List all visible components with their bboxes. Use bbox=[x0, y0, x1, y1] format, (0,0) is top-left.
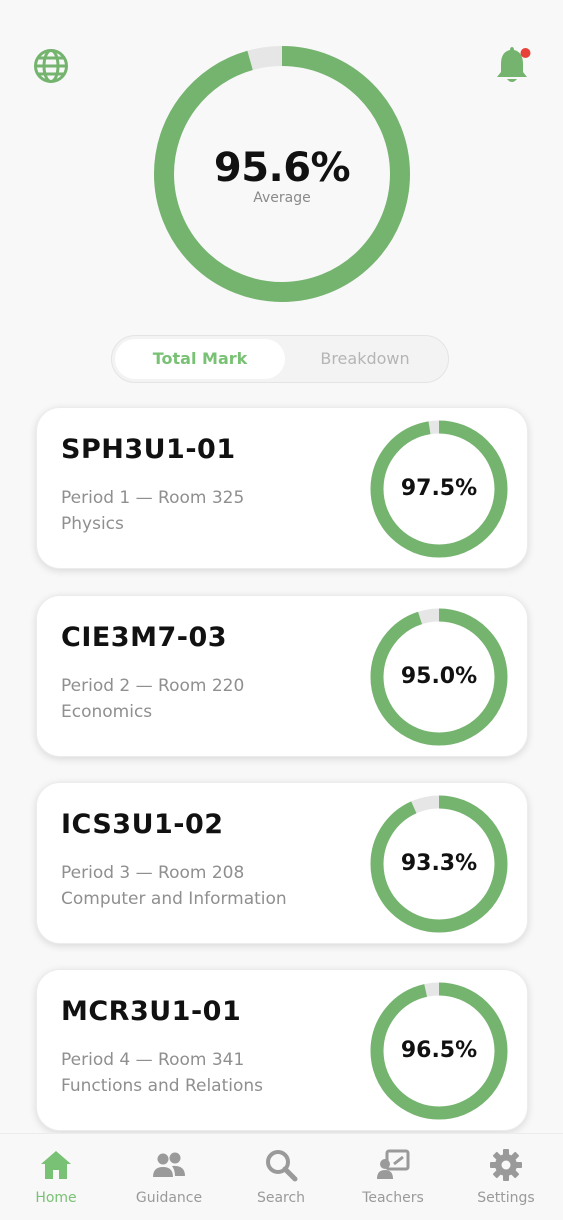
nav-label: Settings bbox=[477, 1190, 535, 1206]
globe-icon[interactable] bbox=[33, 48, 69, 84]
course-code: MCR3U1-01 bbox=[61, 996, 242, 1027]
nav-label: Search bbox=[256, 1190, 306, 1206]
search-icon bbox=[266, 1150, 298, 1182]
nav-label: Teachers bbox=[362, 1190, 424, 1206]
view-toggle: Total Mark Breakdown bbox=[111, 335, 449, 383]
course-period: Period 1 — Room 325 bbox=[61, 488, 245, 508]
course-period: Period 3 — Room 208 bbox=[61, 863, 245, 883]
bottom-nav: Home Guidance Search Teachers Settings bbox=[0, 1133, 563, 1220]
course-mark: 93.3% bbox=[400, 851, 478, 876]
course-mark: 96.5% bbox=[400, 1038, 478, 1063]
nav-home[interactable]: Home bbox=[0, 1134, 112, 1220]
home-icon bbox=[41, 1151, 71, 1179]
nav-label: Home bbox=[35, 1190, 77, 1206]
course-card[interactable]: CIE3M7-03 Period 2 — Room 220 Economics … bbox=[36, 595, 528, 757]
teacher-icon bbox=[377, 1149, 410, 1179]
course-card[interactable]: MCR3U1-01 Period 4 — Room 341 Functions … bbox=[36, 969, 528, 1131]
tab-total-mark[interactable]: Total Mark bbox=[115, 339, 285, 379]
course-name: Economics bbox=[61, 702, 153, 722]
nav-guidance[interactable]: Guidance bbox=[113, 1134, 225, 1220]
average-ring: 95.6% Average bbox=[153, 45, 411, 303]
course-mark: 97.5% bbox=[400, 476, 478, 501]
notification-dot bbox=[520, 48, 531, 58]
course-name: Physics bbox=[61, 514, 124, 534]
course-period: Period 2 — Room 220 bbox=[61, 676, 245, 696]
nav-teachers[interactable]: Teachers bbox=[337, 1134, 449, 1220]
course-code: CIE3M7-03 bbox=[61, 622, 228, 653]
course-card[interactable]: SPH3U1-01 Period 1 — Room 325 Physics 97… bbox=[36, 407, 528, 569]
course-code: SPH3U1-01 bbox=[61, 434, 236, 465]
average-value: 95.6% bbox=[213, 145, 351, 191]
nav-label: Guidance bbox=[135, 1190, 203, 1206]
nav-search[interactable]: Search bbox=[225, 1134, 337, 1220]
tab-breakdown[interactable]: Breakdown bbox=[285, 339, 445, 379]
bell-icon[interactable] bbox=[491, 44, 533, 86]
average-label: Average bbox=[253, 190, 311, 206]
course-mark: 95.0% bbox=[400, 664, 478, 689]
course-code: ICS3U1-02 bbox=[61, 809, 224, 840]
course-card[interactable]: ICS3U1-02 Period 3 — Room 208 Computer a… bbox=[36, 782, 528, 944]
course-name: Computer and Information bbox=[61, 889, 287, 909]
gear-icon bbox=[490, 1149, 522, 1181]
course-period: Period 4 — Room 341 bbox=[61, 1050, 245, 1070]
course-name: Functions and Relations bbox=[61, 1076, 264, 1096]
people-icon bbox=[153, 1152, 185, 1177]
nav-settings[interactable]: Settings bbox=[450, 1134, 562, 1220]
